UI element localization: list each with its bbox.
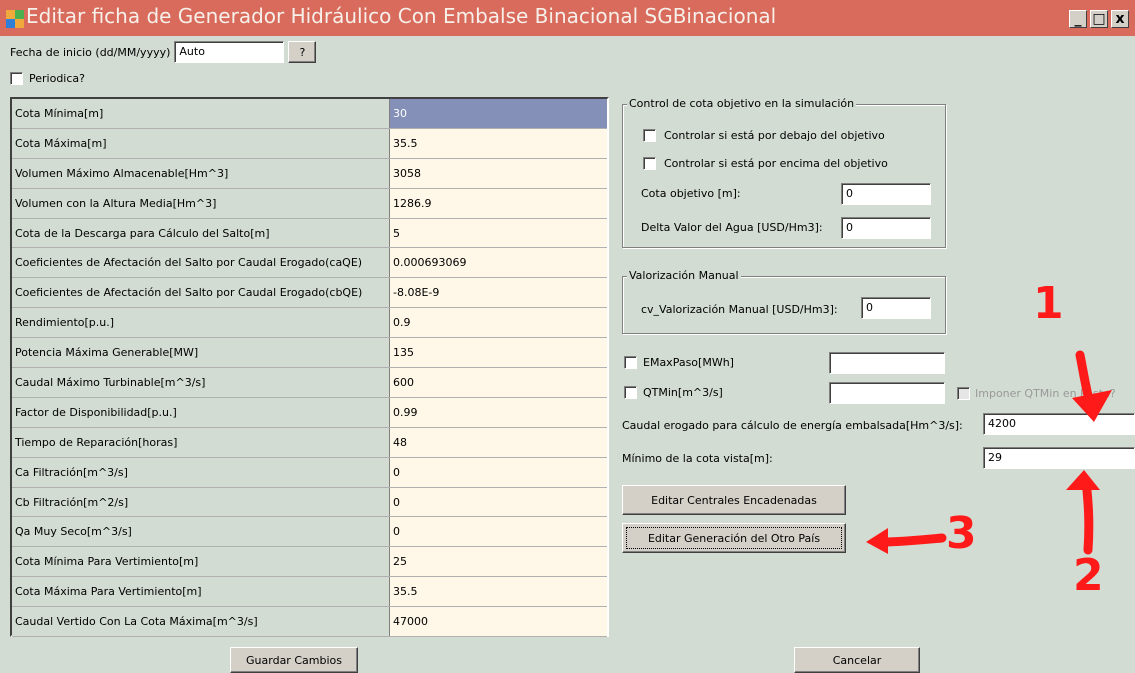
table-row: Cb Filtración[m^2/s] 0 (12, 487, 607, 518)
target-level-input[interactable]: 0 (841, 183, 931, 205)
row-value-cell[interactable]: 48 (390, 427, 607, 457)
row-value-cell[interactable]: 600 (390, 368, 607, 397)
water-value-delta-input[interactable]: 0 (841, 217, 931, 239)
maximize-button[interactable]: □ (1090, 10, 1108, 28)
table-row: Potencia Máxima Generable[MW] 135 (12, 338, 607, 369)
row-label: Ca Filtración[m^3/s] (12, 457, 390, 487)
table-row: Cota Mínima Para Vertimiento[m] 25 (12, 547, 607, 578)
arrow-1-head (1072, 390, 1112, 422)
manual-valuation-label: cv_Valorización Manual [USD/Hm3]: (641, 303, 838, 316)
close-button[interactable]: x (1111, 10, 1129, 28)
table-row: Rendimiento[p.u.] 0.9 (12, 308, 607, 339)
row-value-cell[interactable]: 1286.9 (390, 188, 607, 218)
row-value-cell[interactable]: 0 (390, 487, 607, 517)
start-date-label: Fecha de inicio (dd/MM/yyyy) (10, 45, 171, 59)
row-label: Volumen con la Altura Media[Hm^3] (12, 188, 390, 218)
annotation-number-3: 3 (946, 508, 977, 559)
arrow-3-head (866, 528, 888, 554)
periodic-checkbox[interactable] (10, 72, 23, 85)
minimize-button[interactable]: _ (1069, 10, 1087, 28)
save-changes-button[interactable]: Guardar Cambios (230, 647, 358, 673)
arrow-3-shaft (877, 533, 947, 547)
row-value-cell[interactable]: 0.99 (390, 397, 607, 427)
row-value-cell[interactable]: 35.5 (390, 128, 607, 158)
row-label: Coeficientes de Afectación del Salto por… (12, 248, 390, 278)
row-value-cell[interactable]: 25 (390, 547, 607, 577)
row-value-cell[interactable]: 35.5 (390, 577, 607, 607)
row-value-cell[interactable]: 5 (390, 218, 607, 248)
row-value-cell[interactable]: 30 (390, 99, 607, 128)
annotation-number-1: 1 (1033, 278, 1064, 329)
emax-label: EMaxPaso[MWh] (643, 356, 734, 369)
row-label: Cb Filtración[m^2/s] (12, 487, 390, 517)
above-target-checkbox[interactable] (643, 157, 656, 170)
row-value-cell[interactable]: 0.000693069 (390, 248, 607, 278)
table-row: Qa Muy Seco[m^3/s] 0 (12, 517, 607, 548)
table-row: Cota Máxima Para Vertimiento[m] 35.5 (12, 577, 607, 608)
emax-checkbox[interactable] (624, 356, 637, 369)
row-label: Volumen Máximo Almacenable[Hm^3] (12, 158, 390, 188)
table-row: Caudal Vertido Con La Cota Máxima[m^3/s]… (12, 607, 607, 638)
table-row: Factor de Disponibilidad[p.u.] 0.99 (12, 397, 607, 428)
row-label: Caudal Máximo Turbinable[m^3/s] (12, 368, 390, 397)
row-value-cell[interactable]: 3058 (390, 158, 607, 188)
editor-window: Editar ficha de Generador Hidráulico Con… (0, 0, 1135, 673)
parameters-table: Cota Mínima[m] 30 Cota Máxima[m] 35.5 Volume… (10, 97, 609, 638)
row-label: Cota Máxima[m] (12, 128, 390, 158)
start-date-input[interactable]: Auto (174, 41, 285, 63)
table-row: Coeficientes de Afectación del Salto por… (12, 248, 607, 279)
table-row: Tiempo de Reparación[horas] 48 (12, 427, 607, 458)
table-row: Ca Filtración[m^3/s] 0 (12, 457, 607, 488)
target-control-title: Control de cota objetivo en la simulació… (627, 97, 857, 110)
row-label: Potencia Máxima Generable[MW] (12, 338, 390, 368)
table-row: Coeficientes de Afectación del Salto por… (12, 278, 607, 309)
row-label: Cota Mínima[m] (12, 99, 390, 128)
row-value-cell[interactable]: 0 (390, 457, 607, 487)
row-label: Factor de Disponibilidad[p.u.] (12, 397, 390, 427)
row-label: Cota de la Descarga para Cálculo del Sal… (12, 218, 390, 248)
table-row: Cota de la Descarga para Cálculo del Sal… (12, 218, 607, 249)
cancel-button[interactable]: Cancelar (794, 647, 920, 673)
table-row: Cota Mínima[m] 30 (12, 99, 607, 129)
row-label: Cota Máxima Para Vertimiento[m] (12, 577, 390, 607)
help-button[interactable]: ? (288, 41, 317, 63)
app-icon (6, 10, 24, 28)
row-value-cell[interactable]: 135 (390, 338, 607, 368)
min-visible-level-label: Mínimo de la cota vista[m]: (622, 452, 773, 465)
row-label: Qa Muy Seco[m^3/s] (12, 517, 390, 547)
water-value-delta-label: Delta Valor del Agua [USD/Hm3]: (641, 221, 823, 234)
table-row: Volumen con la Altura Media[Hm^3] 1286.9 (12, 188, 607, 219)
row-label: Caudal Vertido Con La Cota Máxima[m^3/s] (12, 607, 390, 637)
below-target-checkbox[interactable] (643, 129, 656, 142)
manual-valuation-title: Valorización Manual (627, 269, 741, 282)
table-row: Cota Máxima[m] 35.5 (12, 128, 607, 159)
row-label: Cota Mínima Para Vertimiento[m] (12, 547, 390, 577)
table-row: Caudal Máximo Turbinable[m^3/s] 600 (12, 368, 607, 398)
table-row: Volumen Máximo Almacenable[Hm^3] 3058 (12, 158, 607, 189)
annotation-number-2: 2 (1073, 550, 1104, 601)
edit-chained-plants-button[interactable]: Editar Centrales Encadenadas (622, 485, 846, 515)
periodic-label: Periodica? (29, 72, 85, 85)
window-title: Editar ficha de Generador Hidráulico Con… (26, 4, 777, 28)
target-level-label: Cota objetivo [m]: (641, 187, 741, 200)
below-target-label: Controlar si está por debajo del objetiv… (664, 129, 885, 142)
row-label: Coeficientes de Afectación del Salto por… (12, 278, 390, 308)
row-value-cell[interactable]: 0 (390, 517, 607, 547)
edit-other-country-generation-button[interactable]: Editar Generación del Otro País (622, 523, 846, 553)
row-label: Tiempo de Reparación[horas] (12, 427, 390, 457)
row-value-cell[interactable]: -8.08E-9 (390, 278, 607, 308)
row-label: Rendimiento[p.u.] (12, 308, 390, 338)
qtmin-label: QTMin[m^3/s] (643, 386, 723, 399)
title-bar[interactable]: Editar ficha de Generador Hidráulico Con… (0, 0, 1135, 36)
arrow-2-shaft (1081, 475, 1094, 555)
row-value-cell[interactable]: 0.9 (390, 308, 607, 338)
arrow-2-head (1066, 470, 1100, 490)
target-control-group: Control de cota objetivo en la simulació… (622, 97, 946, 248)
above-target-label: Controlar si está por encima del objetiv… (664, 157, 888, 170)
qtmin-checkbox[interactable] (624, 386, 637, 399)
row-value-cell[interactable]: 47000 (390, 607, 607, 637)
